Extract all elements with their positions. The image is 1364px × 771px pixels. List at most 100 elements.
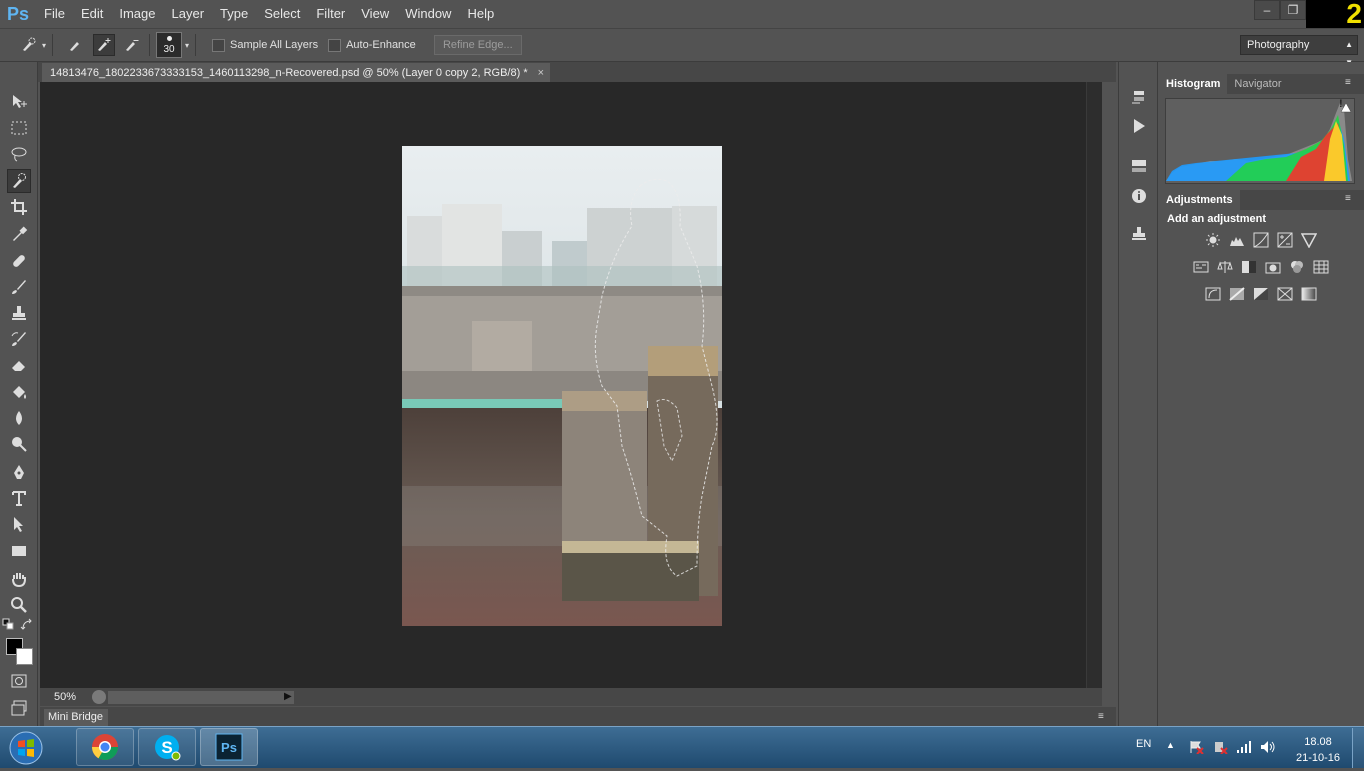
history-brush-tool-icon[interactable] [7, 327, 31, 351]
preset-dropdown-arrow-icon[interactable]: ▾ [42, 41, 46, 50]
menu-file[interactable]: File [36, 0, 73, 28]
menu-help[interactable]: Help [459, 0, 502, 28]
menu-layer[interactable]: Layer [164, 0, 213, 28]
posterize-icon[interactable] [1228, 285, 1246, 303]
crop-tool-icon[interactable] [7, 195, 31, 219]
status-info-icon[interactable] [92, 690, 106, 704]
paint-bucket-tool-icon[interactable] [7, 380, 31, 404]
black-white-icon[interactable] [1240, 258, 1258, 276]
system-clock[interactable]: 18.08 21-10-16 [1294, 734, 1342, 766]
invert-icon[interactable] [1204, 285, 1222, 303]
properties-panel-icon[interactable] [1129, 156, 1149, 176]
restore-button[interactable]: ❐ [1280, 0, 1306, 20]
clone-stamp-tool-icon[interactable] [7, 301, 31, 325]
vibrance-icon[interactable] [1300, 231, 1318, 249]
tab-adjustments[interactable]: Adjustments [1159, 190, 1240, 210]
actions-panel-icon[interactable] [1129, 116, 1149, 136]
color-balance-icon[interactable] [1216, 258, 1234, 276]
brush-tool-icon[interactable] [7, 275, 31, 299]
skype-icon[interactable]: S [138, 728, 196, 766]
zoom-tool-icon[interactable] [7, 593, 31, 617]
menu-view[interactable]: View [353, 0, 397, 28]
close-document-icon[interactable]: × [538, 63, 544, 83]
document-image[interactable] [402, 146, 722, 626]
screen-mode-icon[interactable] [7, 696, 31, 720]
auto-enhance-checkbox[interactable]: Auto-Enhance [328, 38, 416, 52]
brush-dropdown-arrow-icon[interactable]: ▾ [185, 41, 189, 50]
menu-type[interactable]: Type [212, 0, 256, 28]
show-hidden-icons-icon[interactable]: ▲ [1166, 740, 1182, 754]
checkbox-box[interactable] [328, 38, 342, 52]
start-button-icon[interactable] [4, 728, 48, 768]
clone-source-panel-icon[interactable] [1129, 224, 1149, 244]
menu-image[interactable]: Image [111, 0, 163, 28]
brush-size-picker[interactable]: 30 [156, 32, 183, 58]
new-selection-icon[interactable] [65, 34, 87, 56]
tab-navigator[interactable]: Navigator [1227, 74, 1288, 94]
language-indicator[interactable]: EN [1136, 738, 1151, 750]
adjustments-panel-menu-icon[interactable]: ≡ [1345, 193, 1351, 204]
tab-histogram[interactable]: Histogram [1159, 74, 1228, 94]
menu-select[interactable]: Select [256, 0, 308, 28]
histogram-warning-icon[interactable]: ! [1339, 98, 1351, 112]
horizontal-scrollbar[interactable] [108, 691, 294, 704]
mini-bridge-tab[interactable]: Mini Bridge [44, 709, 108, 726]
threshold-icon[interactable] [1252, 285, 1270, 303]
quick-selection-tool-icon[interactable] [7, 169, 31, 193]
subtract-from-selection-icon[interactable] [121, 34, 143, 56]
background-color-swatch[interactable] [16, 648, 33, 665]
curves-icon[interactable] [1252, 231, 1270, 249]
pen-tool-icon[interactable] [7, 460, 31, 484]
quick-selection-preset-icon[interactable] [18, 34, 40, 56]
channel-mixer-icon[interactable] [1288, 258, 1306, 276]
vertical-scrollbar[interactable] [1086, 82, 1102, 688]
show-desktop-button[interactable] [1352, 728, 1364, 768]
hand-tool-icon[interactable] [7, 567, 31, 591]
document-tab[interactable]: 14813476_1802233673333153_1460113298_n-R… [42, 63, 550, 83]
volume-icon[interactable] [1260, 740, 1276, 754]
default-colors-icon[interactable] [2, 618, 16, 632]
menu-filter[interactable]: Filter [308, 0, 353, 28]
marquee-tool-icon[interactable] [7, 116, 31, 140]
workspace-switcher[interactable]: Photography ▲▼ [1240, 35, 1358, 67]
safely-remove-icon[interactable] [1212, 740, 1228, 755]
levels-icon[interactable] [1228, 231, 1246, 249]
action-center-flag-icon[interactable] [1188, 740, 1204, 755]
dodge-tool-icon[interactable] [7, 432, 31, 456]
mini-bridge-panel [40, 707, 1116, 726]
menu-window[interactable]: Window [397, 0, 459, 28]
quick-mask-icon[interactable] [7, 669, 31, 693]
status-menu-arrow-icon[interactable]: ▶ [284, 691, 296, 704]
mini-bridge-menu-icon[interactable]: ≡ [1098, 711, 1104, 722]
selective-color-icon[interactable] [1276, 285, 1294, 303]
sample-all-layers-checkbox[interactable]: Sample All Layers [212, 38, 318, 52]
info-panel-icon[interactable] [1129, 186, 1149, 206]
blur-tool-icon[interactable] [7, 406, 31, 430]
type-tool-icon[interactable] [7, 486, 31, 510]
history-panel-icon[interactable] [1129, 88, 1149, 108]
swap-colors-icon[interactable] [20, 618, 34, 632]
lasso-tool-icon[interactable] [7, 142, 31, 166]
move-tool-icon[interactable] [7, 90, 31, 114]
color-lookup-icon[interactable] [1312, 258, 1330, 276]
add-to-selection-icon[interactable] [93, 34, 116, 56]
histogram-panel-menu-icon[interactable]: ≡ [1345, 77, 1351, 88]
eraser-tool-icon[interactable] [7, 353, 31, 377]
photo-filter-icon[interactable] [1264, 258, 1282, 276]
healing-brush-tool-icon[interactable] [7, 249, 31, 273]
minimize-button[interactable]: – [1254, 0, 1280, 20]
hue-saturation-icon[interactable] [1192, 258, 1210, 276]
refine-edge-button[interactable]: Refine Edge... [433, 35, 522, 55]
checkbox-box[interactable] [212, 38, 226, 52]
path-selection-tool-icon[interactable] [7, 512, 31, 536]
exposure-icon[interactable] [1276, 231, 1294, 249]
brightness-icon[interactable] [1204, 231, 1222, 249]
zoom-level-field[interactable]: 50% [40, 691, 88, 703]
menu-edit[interactable]: Edit [73, 0, 111, 28]
rectangle-tool-icon[interactable] [7, 539, 31, 563]
gradient-map-icon[interactable] [1300, 285, 1318, 303]
photoshop-icon[interactable]: Ps [200, 728, 258, 766]
chrome-icon[interactable] [76, 728, 134, 766]
eyedropper-tool-icon[interactable] [7, 222, 31, 246]
network-signal-icon[interactable] [1236, 740, 1252, 754]
